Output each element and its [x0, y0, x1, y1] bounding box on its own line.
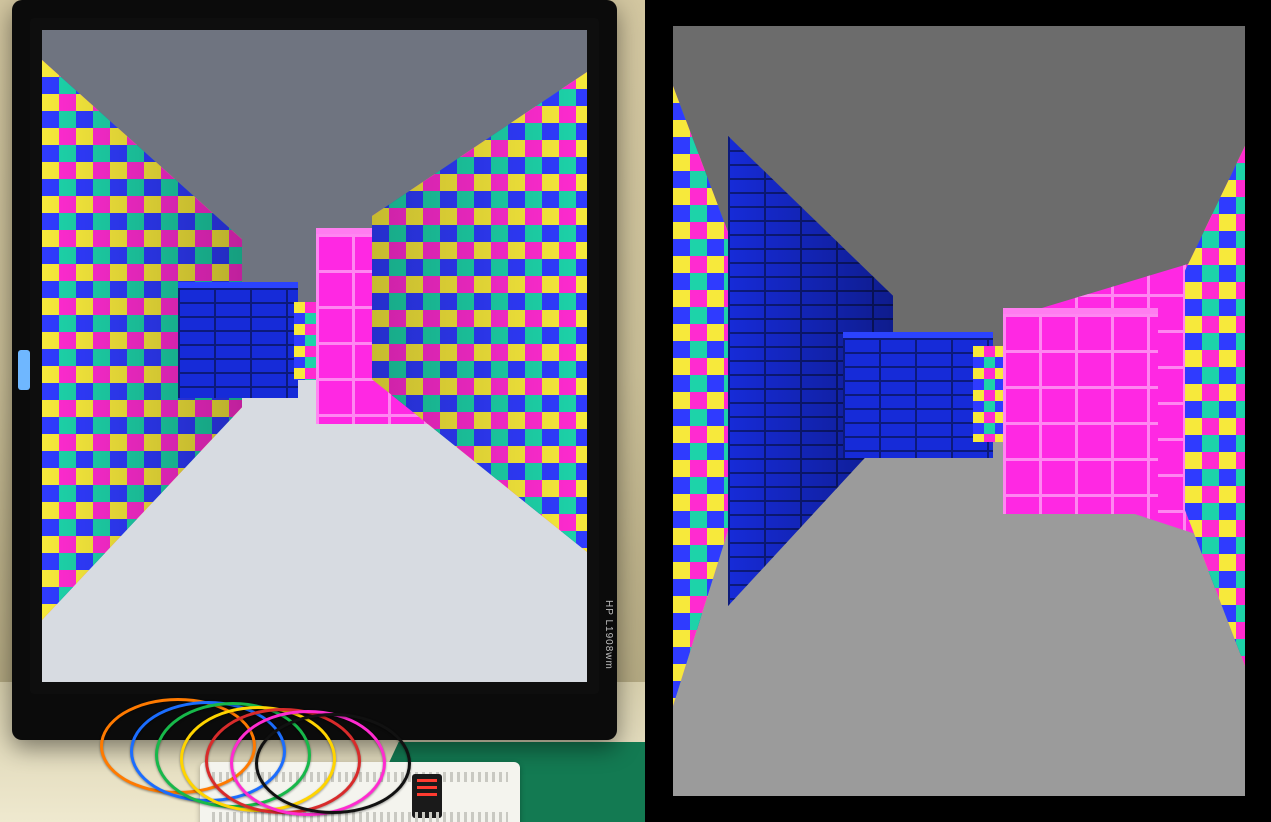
monitor-bezel	[30, 18, 599, 694]
monitor-frame: HP L1908wm	[12, 0, 617, 740]
wall-right-checker	[372, 72, 587, 552]
monitor-model-label: HP L1908wm	[603, 600, 614, 670]
sim-wall-center-blue	[843, 338, 993, 458]
seven-segment-display	[412, 774, 442, 818]
wall-center-blue	[178, 288, 298, 398]
sim-wall-pink-face	[1003, 314, 1158, 514]
photo-panel: HP L1908wm	[0, 0, 645, 822]
hp-logo	[18, 350, 30, 390]
comparison-stage: HP L1908wm	[0, 0, 1271, 822]
simulator-panel	[655, 8, 1263, 814]
breadboard-area	[60, 712, 480, 822]
wire-black	[255, 713, 411, 814]
simulator-viewport	[673, 26, 1245, 796]
monitor-screen	[42, 30, 587, 682]
